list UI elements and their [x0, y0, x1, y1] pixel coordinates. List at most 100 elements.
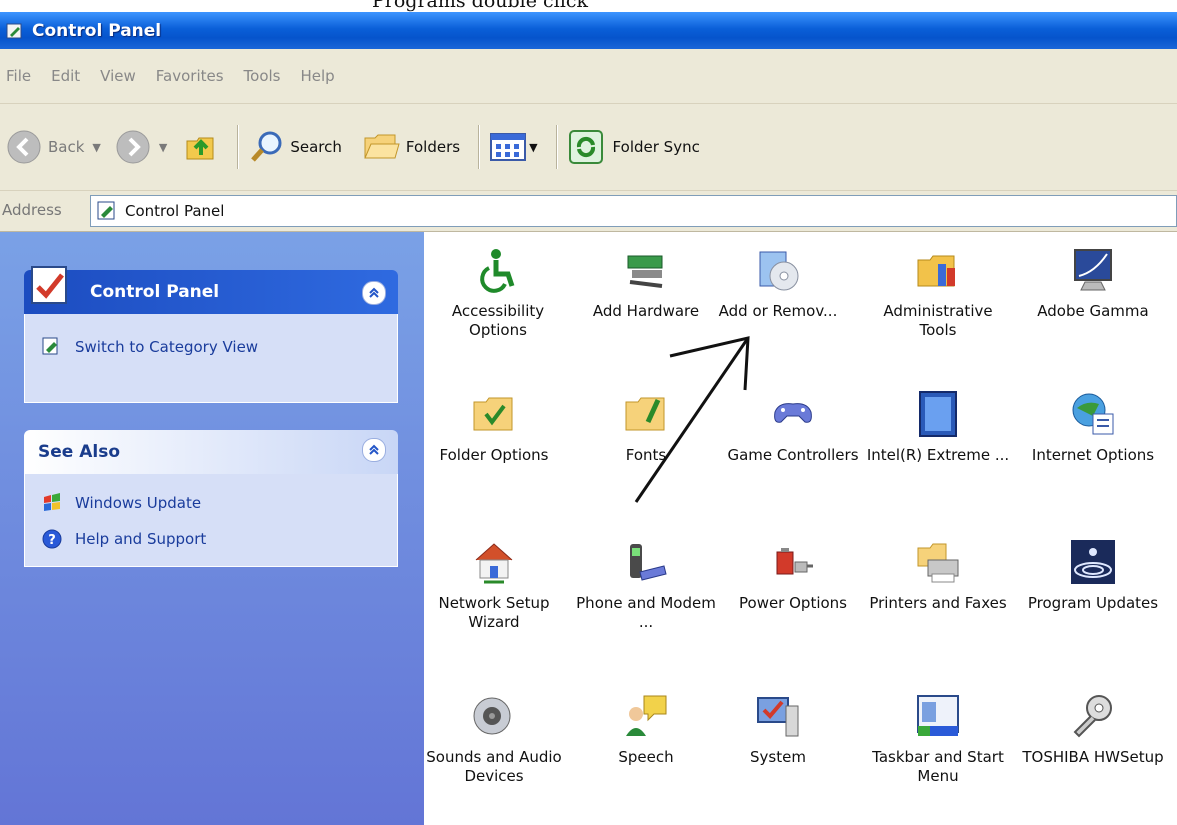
control-panel-section: Control Panel Switch to Category View: [24, 266, 398, 403]
internet-options-icon: [1072, 393, 1114, 435]
item-program-updates[interactable]: Program Updates: [1019, 538, 1167, 613]
up-folder-icon: [186, 137, 214, 160]
toolbar: Back ▼ ▼ Search Folders ▼ Folder Sync: [0, 104, 1177, 191]
forward-button[interactable]: ▼: [115, 129, 167, 165]
views-icon: [490, 133, 527, 161]
address-value: Control Panel: [125, 202, 225, 220]
menu-edit[interactable]: Edit: [51, 67, 80, 85]
see-also-section-body: Windows Update ? Help and Support: [24, 474, 398, 567]
item-label: Game Controllers: [727, 446, 859, 464]
views-button[interactable]: ▼: [489, 130, 538, 164]
help-icon: ?: [42, 529, 62, 549]
title-bar[interactable]: Control Panel: [0, 12, 1177, 49]
game-controllers-icon: [774, 403, 812, 423]
item-printers-and-faxes[interactable]: Printers and Faxes: [864, 538, 1012, 613]
item-folder-options[interactable]: Folder Options: [420, 390, 568, 465]
item-label: Taskbar and Start Menu: [872, 748, 1004, 785]
item-label: Accessibility Options: [451, 302, 545, 339]
address-label: Address: [2, 201, 62, 219]
adobe-gamma-icon: [1074, 249, 1112, 291]
forward-arrow-icon: [116, 130, 150, 164]
back-label: Back: [48, 138, 85, 156]
speech-icon: [626, 695, 667, 736]
menu-help[interactable]: Help: [301, 67, 335, 85]
phone-modem-icon: [630, 544, 667, 581]
system-icon: [757, 697, 799, 737]
search-button[interactable]: Search: [248, 128, 342, 166]
item-accessibility-options[interactable]: Accessibility Options: [424, 246, 572, 340]
menu-favorites[interactable]: Favorites: [156, 67, 224, 85]
see-also-section: See Also Windows Update ? Help and Suppo…: [24, 430, 398, 567]
switch-category-view-link[interactable]: Switch to Category View: [25, 314, 397, 358]
back-dropdown-icon[interactable]: ▼: [92, 141, 100, 154]
folder-sync-label: Folder Sync: [612, 138, 700, 156]
item-add-remove-programs[interactable]: Add or Remov...: [704, 246, 852, 321]
add-hardware-icon: [627, 255, 663, 288]
folder-sync-button[interactable]: Folder Sync: [567, 128, 700, 166]
item-phone-and-modem[interactable]: Phone and Modem ...: [572, 538, 720, 632]
see-also-title: See Also: [38, 442, 121, 462]
item-administrative-tools[interactable]: Administrative Tools: [864, 246, 1012, 340]
back-arrow-icon: [7, 130, 41, 164]
accessibility-icon: [480, 249, 515, 293]
item-label: Add Hardware: [592, 302, 700, 320]
item-intel-extreme-graphics[interactable]: Intel(R) Extreme ...: [864, 390, 1012, 465]
menu-view[interactable]: View: [100, 67, 136, 85]
svg-text:?: ?: [48, 533, 56, 548]
administrative-tools-icon: [917, 255, 955, 287]
program-updates-icon: [1071, 540, 1115, 584]
item-internet-options[interactable]: Internet Options: [1019, 390, 1167, 465]
address-input[interactable]: Control Panel: [90, 195, 1177, 227]
control-panel-small-icon: [42, 337, 58, 355]
item-power-options[interactable]: Power Options: [719, 538, 867, 613]
windows-update-link[interactable]: Windows Update: [25, 474, 397, 514]
back-button[interactable]: Back ▼: [6, 129, 101, 165]
folder-options-icon: [473, 397, 513, 431]
help-and-support-label: Help and Support: [75, 530, 207, 548]
fonts-icon: [625, 397, 665, 431]
item-label: Power Options: [739, 594, 847, 612]
item-toshiba-hwsetup[interactable]: TOSHIBA HWSetup: [1019, 692, 1167, 767]
item-label: Folder Options: [439, 446, 549, 464]
item-label: Intel(R) Extreme ...: [866, 446, 1010, 464]
printers-icon: [917, 543, 959, 583]
control-panel-section-header[interactable]: Control Panel: [24, 266, 398, 314]
menu-tools[interactable]: Tools: [244, 67, 281, 85]
item-add-hardware[interactable]: Add Hardware: [572, 246, 720, 321]
views-dropdown-icon[interactable]: ▼: [529, 141, 537, 154]
power-options-icon: [776, 548, 813, 575]
sounds-icon: [473, 697, 511, 735]
forward-dropdown-icon[interactable]: ▼: [159, 141, 167, 154]
help-and-support-link[interactable]: ? Help and Support: [25, 514, 397, 550]
toolbar-separator: [555, 125, 557, 169]
toshiba-hwsetup-icon: [1073, 695, 1112, 738]
folders-icon: [364, 134, 400, 159]
up-folder-button[interactable]: [183, 129, 219, 165]
collapse-chevron-icon[interactable]: [362, 438, 386, 462]
search-icon: [251, 131, 282, 162]
see-also-section-header[interactable]: See Also: [24, 430, 398, 474]
folders-button[interactable]: Folders: [362, 128, 460, 166]
icon-view: Accessibility Options Add Hardware Add o…: [424, 232, 1177, 825]
item-label: Adobe Gamma: [1037, 302, 1149, 320]
item-taskbar-and-start-menu[interactable]: Taskbar and Start Menu: [864, 692, 1012, 786]
item-adobe-gamma[interactable]: Adobe Gamma: [1019, 246, 1167, 321]
item-label: Phone and Modem ...: [576, 594, 716, 631]
item-game-controllers[interactable]: Game Controllers: [719, 390, 867, 465]
menu-file[interactable]: File: [6, 67, 31, 85]
control-panel-section-body: Switch to Category View: [24, 314, 398, 403]
window-title: Control Panel: [32, 20, 162, 41]
item-fonts[interactable]: Fonts: [572, 390, 720, 465]
item-system[interactable]: System: [704, 692, 852, 767]
address-bar: Address Control Panel: [0, 191, 1177, 232]
folders-label: Folders: [405, 138, 461, 156]
item-label: Add or Remov...: [718, 302, 838, 320]
item-speech[interactable]: Speech: [572, 692, 720, 767]
item-sounds-and-audio-devices[interactable]: Sounds and Audio Devices: [420, 692, 568, 786]
item-network-setup-wizard[interactable]: Network Setup Wizard: [420, 538, 568, 632]
collapse-chevron-icon[interactable]: [362, 281, 386, 305]
windows-update-label: Windows Update: [75, 494, 202, 512]
folder-sync-icon: [568, 130, 603, 164]
caption-text: Programs double click: [372, 0, 588, 12]
item-label: Administrative Tools: [883, 302, 993, 339]
